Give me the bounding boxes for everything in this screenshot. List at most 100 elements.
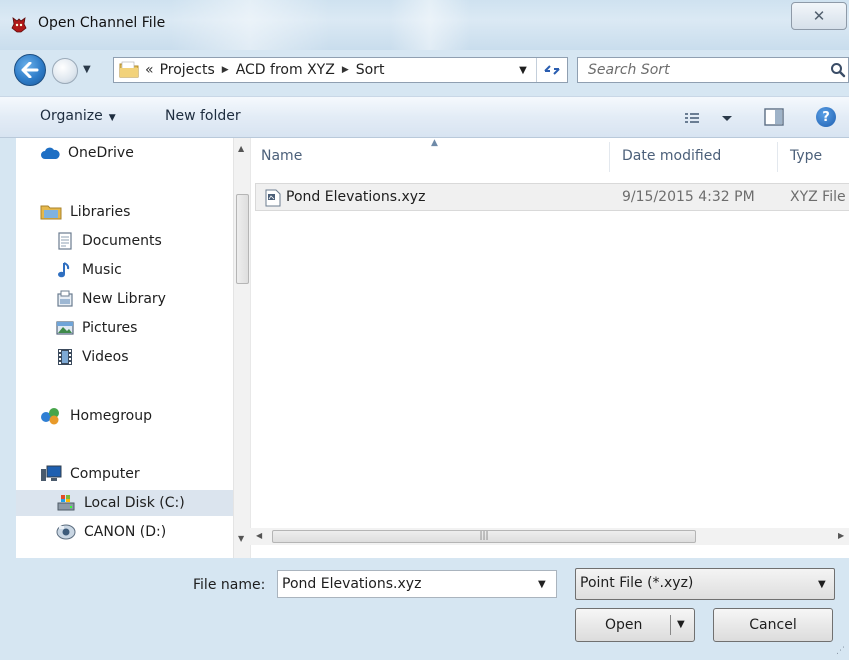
libraries-folder-icon — [40, 205, 62, 220]
nav-item-videos[interactable]: Videos — [56, 344, 129, 370]
organize-label: Organize — [40, 108, 103, 124]
open-options-dropdown-icon[interactable]: ▼ — [677, 619, 685, 630]
nav-item-local-disk[interactable]: Local Disk (C:) — [16, 490, 233, 516]
forward-button[interactable] — [52, 58, 78, 84]
navigation-pane-scrollbar[interactable]: ▲ ▼ — [233, 138, 250, 558]
file-name-label: File name: — [193, 577, 266, 593]
homegroup-icon — [41, 408, 59, 425]
navigation-pane: OneDrive Libraries Documents Music New L… — [16, 138, 233, 558]
xyz-file-icon — [265, 189, 281, 207]
nav-item-label: Documents — [82, 233, 162, 249]
cloud-icon — [41, 147, 60, 159]
nav-item-homegroup[interactable]: Homegroup — [40, 403, 152, 429]
scroll-thumb[interactable]: ||| — [272, 530, 696, 543]
nav-item-documents[interactable]: Documents — [56, 228, 162, 254]
search-input[interactable] — [588, 61, 818, 79]
chevron-down-icon: ▼ — [108, 113, 116, 123]
view-options-icon — [685, 113, 732, 123]
preview-pane-icon — [764, 108, 784, 126]
search-box[interactable] — [577, 57, 849, 83]
column-header-name[interactable]: Name — [261, 148, 302, 164]
browser-body: OneDrive Libraries Documents Music New L… — [16, 138, 849, 558]
breadcrumb-overflow[interactable]: « — [145, 62, 154, 78]
address-dropdown-icon[interactable]: ▼ — [512, 58, 534, 82]
navigation-bar: ▼ « Projects ▶ ACD from XYZ ▶ Sort ▼ — [0, 50, 849, 92]
folder-icon — [119, 61, 139, 78]
nav-item-computer[interactable]: Computer — [40, 461, 140, 487]
file-name-input[interactable] — [282, 575, 522, 593]
close-button[interactable]: ✕ — [791, 2, 847, 30]
help-icon: ? — [822, 109, 830, 125]
music-note-icon — [58, 262, 70, 278]
nav-item-label: Libraries — [70, 204, 131, 220]
command-toolbar: Organize ▼ New folder ? — [0, 96, 849, 138]
breadcrumb-sort[interactable]: Sort — [356, 62, 385, 78]
breadcrumb-separator-icon[interactable]: ▶ — [222, 65, 229, 75]
nav-item-label: OneDrive — [68, 145, 134, 161]
nav-item-label: Music — [82, 262, 122, 278]
address-bar[interactable]: « Projects ▶ ACD from XYZ ▶ Sort ▼ — [113, 57, 568, 83]
scroll-up-icon[interactable]: ▲ — [238, 144, 244, 153]
film-icon — [58, 349, 72, 365]
scroll-left-icon[interactable]: ◀ — [256, 531, 262, 540]
column-divider[interactable] — [777, 142, 778, 172]
recent-locations-dropdown[interactable]: ▼ — [83, 64, 91, 75]
nav-item-label: Pictures — [82, 320, 138, 336]
file-list-horizontal-scrollbar[interactable]: ◀ ||| ▶ — [250, 528, 849, 545]
nav-item-onedrive[interactable]: OneDrive — [40, 140, 134, 166]
file-list: ▲ Name Date modified Type Pond Elevation… — [250, 138, 849, 558]
preview-pane-button[interactable] — [764, 108, 784, 126]
nav-item-libraries[interactable]: Libraries — [40, 199, 130, 225]
nav-item-canon[interactable]: CANON (D:) — [56, 519, 166, 545]
refresh-icon — [544, 65, 560, 75]
organize-button[interactable]: Organize ▼ — [40, 108, 116, 124]
scroll-right-icon[interactable]: ▶ — [838, 531, 844, 540]
file-type-value: Point File (*.xyz) — [580, 575, 694, 591]
breadcrumb-acd-from-xyz[interactable]: ACD from XYZ — [236, 62, 335, 78]
table-row[interactable]: Pond Elevations.xyz 9/15/2015 4:32 PM XY… — [255, 183, 849, 211]
nav-item-label: Computer — [70, 466, 140, 482]
column-headers: ▲ Name Date modified Type — [251, 138, 849, 176]
scroll-down-icon[interactable]: ▼ — [238, 534, 244, 543]
picture-icon — [56, 321, 74, 335]
nav-item-label: Videos — [82, 349, 129, 365]
computer-icon — [41, 465, 62, 481]
app-icon — [11, 17, 27, 33]
close-icon: ✕ — [812, 7, 826, 25]
camera-drive-icon — [56, 524, 76, 540]
change-view-button[interactable] — [683, 109, 739, 127]
file-type-select[interactable]: Point File (*.xyz) ▼ — [575, 568, 835, 600]
nav-item-music[interactable]: Music — [56, 257, 122, 283]
resize-grip-icon[interactable]: ⋰ — [836, 646, 845, 656]
new-folder-button[interactable]: New folder — [165, 108, 241, 124]
breadcrumb-separator-icon[interactable]: ▶ — [342, 65, 349, 75]
column-header-date-modified[interactable]: Date modified — [622, 148, 721, 164]
sort-ascending-icon: ▲ — [431, 138, 438, 148]
chevron-down-icon: ▼ — [818, 579, 826, 590]
nav-item-label: CANON (D:) — [84, 524, 167, 540]
open-button[interactable]: Open ▼ — [575, 608, 695, 642]
arrow-left-icon — [21, 62, 39, 78]
glass-streak — [390, 0, 470, 50]
cancel-button[interactable]: Cancel — [713, 608, 833, 642]
back-button[interactable] — [14, 54, 46, 86]
refresh-button[interactable] — [536, 58, 567, 82]
breadcrumb-projects[interactable]: Projects — [160, 62, 215, 78]
column-divider[interactable] — [609, 142, 610, 172]
date-modified-cell: 9/15/2015 4:32 PM — [622, 189, 755, 205]
chevron-down-icon[interactable]: ▼ — [538, 579, 546, 590]
nav-item-pictures[interactable]: Pictures — [56, 315, 137, 341]
document-icon — [58, 232, 72, 250]
title-bar: Open Channel File ✕ — [0, 0, 849, 50]
file-name-cell: Pond Elevations.xyz — [286, 189, 426, 205]
nav-item-label: Homegroup — [70, 408, 153, 424]
help-button[interactable]: ? — [816, 107, 836, 127]
scroll-thumb[interactable] — [236, 194, 249, 284]
split-divider — [670, 615, 671, 635]
file-name-combobox[interactable]: ▼ — [277, 570, 557, 598]
window-title: Open Channel File — [38, 15, 166, 31]
open-button-label: Open — [605, 617, 643, 633]
column-header-type[interactable]: Type — [790, 148, 822, 164]
nav-item-label: Local Disk (C:) — [84, 495, 185, 511]
nav-item-new-library[interactable]: New Library — [56, 286, 166, 312]
